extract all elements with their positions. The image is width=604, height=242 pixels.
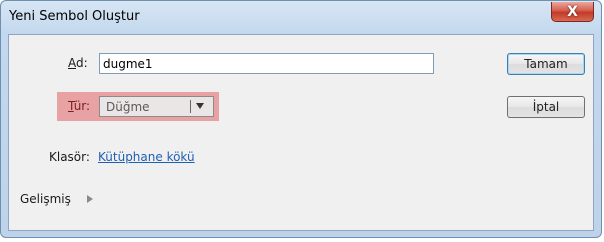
dialog-title: Yeni Sembol Oluştur [9, 9, 140, 24]
dialog-content: Ad: Tür: Düğme Klasör: Kütüphane kökü Ge… [8, 34, 594, 231]
name-label-accel: A [68, 56, 76, 70]
type-dropdown[interactable]: Düğme [99, 96, 214, 117]
name-label: Ad: [68, 56, 88, 70]
expand-arrow-icon[interactable] [87, 195, 93, 203]
dropdown-separator [190, 100, 191, 113]
dialog-window: Yeni Sembol Oluştur X Ad: Tür: Düğme Kla… [0, 0, 602, 238]
ok-button[interactable]: Tamam [507, 53, 585, 75]
advanced-toggle-label[interactable]: Gelişmiş [20, 192, 71, 206]
cancel-button[interactable]: İptal [507, 96, 585, 118]
folder-link[interactable]: Kütüphane kökü [98, 150, 195, 164]
close-button[interactable]: X [551, 2, 594, 22]
type-dropdown-value: Düğme [106, 100, 150, 114]
name-input[interactable] [99, 53, 434, 74]
close-icon: X [567, 3, 578, 20]
title-bar[interactable]: Yeni Sembol Oluştur X [1, 1, 601, 35]
chevron-down-icon[interactable] [196, 103, 204, 109]
type-label: Tür: [68, 99, 90, 113]
type-label-rest: ür: [73, 99, 91, 113]
folder-label: Klasör: [49, 150, 90, 164]
name-label-rest: d: [76, 56, 88, 70]
